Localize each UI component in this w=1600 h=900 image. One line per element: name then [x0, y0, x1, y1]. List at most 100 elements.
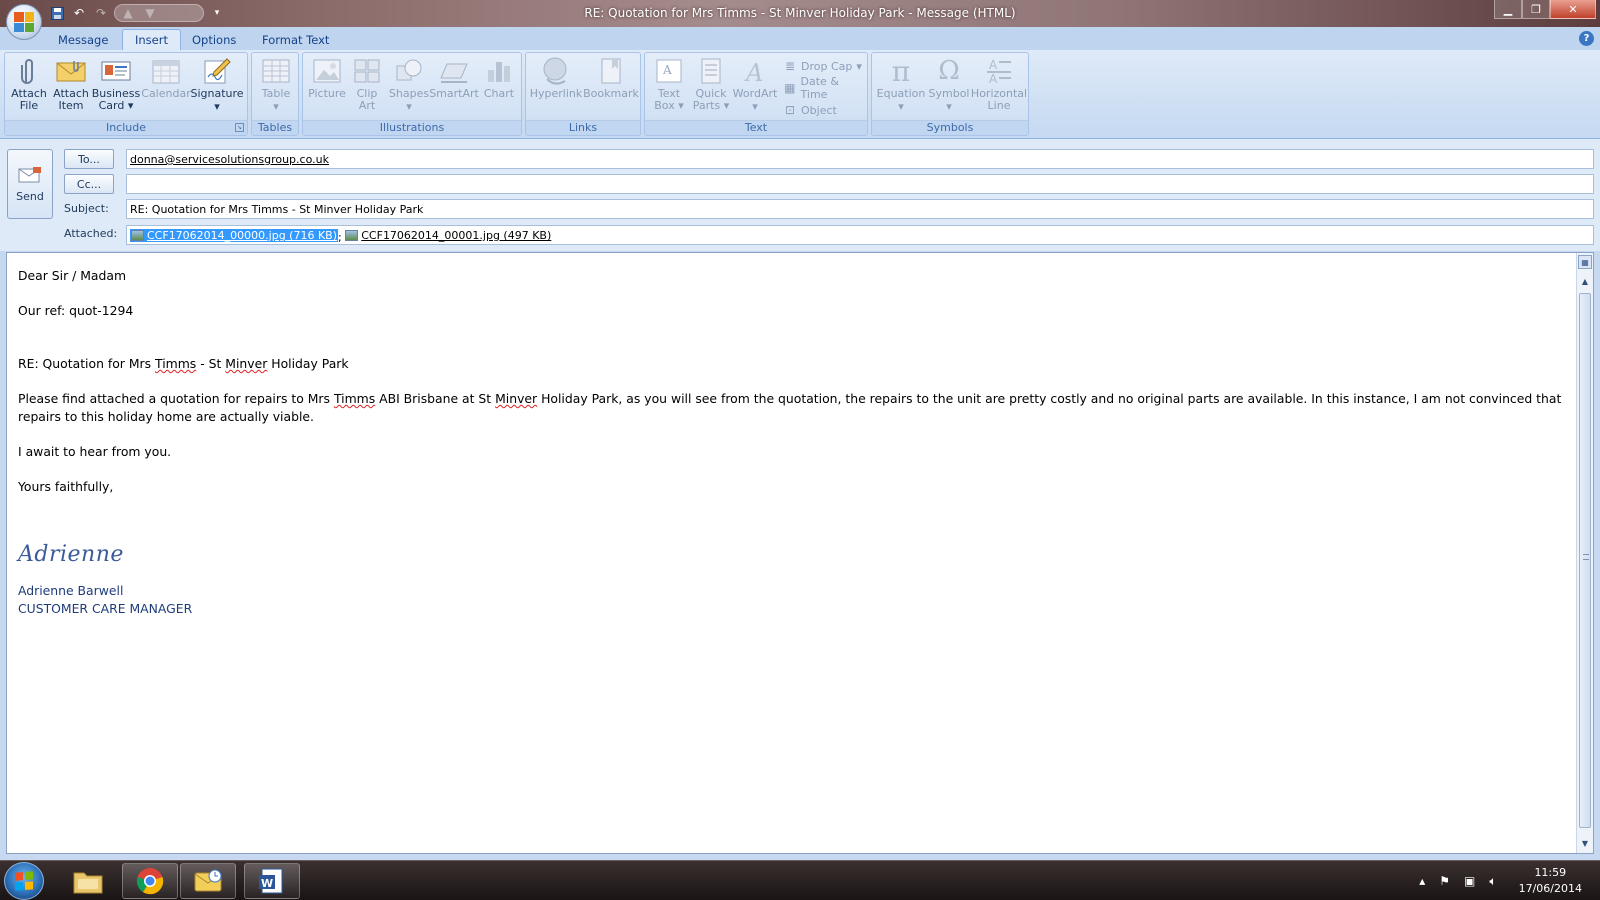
send-button[interactable]: Send — [7, 149, 53, 219]
office-button[interactable] — [6, 4, 42, 40]
picture-button[interactable]: Picture — [305, 55, 349, 121]
cc-button[interactable]: Cc... — [64, 174, 114, 194]
bookmark-button[interactable]: Bookmark — [583, 55, 639, 121]
attachments-field[interactable]: CCF17062014_00000.jpg (716 KB); CCF17062… — [126, 225, 1594, 245]
dropdown-arrow-icon: ▾ — [273, 100, 279, 113]
attach-file-button[interactable]: Attach File — [7, 55, 51, 121]
shapes-button[interactable]: Shapes ▾ — [387, 55, 431, 121]
windows-logo-icon — [15, 871, 33, 891]
symbol-button[interactable]: Ω Symbol ▾ — [926, 55, 972, 121]
table-icon — [260, 55, 292, 87]
scroll-down-arrow-icon[interactable]: ▼ — [1579, 837, 1591, 849]
closing: Yours faithfully, — [18, 479, 114, 494]
subject-field[interactable]: RE: Quotation for Mrs Timms - St Minver … — [126, 199, 1594, 219]
text-box-button[interactable]: A Text Box ▾ — [647, 55, 691, 121]
hyperlink-button[interactable]: Hyperlink — [530, 55, 582, 121]
cc-field[interactable] — [126, 174, 1594, 194]
word-icon: W — [259, 868, 283, 894]
horizontal-line-button[interactable]: AA Horizontal Line — [971, 55, 1027, 121]
minimize-button[interactable]: ▁ — [1494, 0, 1522, 19]
subject-label: Subject: — [64, 202, 109, 215]
dropdown-arrow-icon: ▾ — [406, 100, 412, 113]
svg-text:A: A — [989, 58, 998, 72]
scroll-up-arrow-icon[interactable]: ▲ — [1579, 275, 1591, 287]
attachment-item[interactable]: CCF17062014_00001.jpg (497 KB) — [345, 229, 551, 242]
picture-icon — [311, 55, 343, 87]
tab-options[interactable]: Options — [180, 29, 248, 50]
restore-button[interactable]: ❐ — [1522, 0, 1550, 19]
clip-art-button[interactable]: Clip Art — [347, 55, 387, 121]
tab-insert[interactable]: Insert — [122, 29, 181, 50]
dropdown-arrow-icon: ▾ — [124, 99, 134, 112]
attach-item-button[interactable]: Attach Item — [49, 55, 93, 121]
dropdown-arrow-icon: ▾ — [674, 99, 684, 112]
message-body-editor[interactable]: Dear Sir / Madam Our ref: quot-1294 RE: … — [6, 252, 1594, 854]
taskbar-outlook[interactable] — [180, 863, 236, 899]
paperclip-icon — [13, 55, 45, 87]
taskbar-chrome[interactable] — [122, 863, 178, 899]
show-hidden-icons-icon[interactable]: ▴ — [1419, 874, 1425, 888]
group-label-text: Text — [645, 120, 867, 135]
signature-pen-icon — [201, 55, 233, 87]
bookmark-icon — [595, 55, 627, 87]
drop-cap-button[interactable]: ≣ Drop Cap ▾ — [783, 57, 862, 75]
dropdown-arrow-icon: ▾ — [946, 100, 952, 113]
to-button[interactable]: To... — [64, 149, 114, 169]
dropdown-arrow-icon: ▾ — [752, 100, 758, 113]
tab-message[interactable]: Message — [46, 29, 120, 50]
dropdown-arrow-icon: ▾ — [720, 99, 730, 112]
tab-format-text[interactable]: Format Text — [250, 29, 341, 50]
wordart-button[interactable]: A WordArt ▾ — [731, 55, 779, 121]
dialog-launcher-icon[interactable]: ↘ — [235, 123, 244, 132]
table-button[interactable]: Table ▾ — [254, 55, 298, 121]
signature-button[interactable]: Signature ▾ — [190, 55, 244, 121]
signature-name: Adrienne Barwell — [18, 583, 124, 598]
omega-icon: Ω — [938, 56, 960, 86]
to-field[interactable]: donna@servicesolutionsgroup.co.uk — [126, 149, 1594, 169]
group-links: Hyperlink Bookmark Links — [525, 52, 641, 136]
ribbon: Attach File Attach Item Business Card ▾ … — [0, 50, 1600, 139]
object-button[interactable]: ⊡ Object — [783, 101, 837, 119]
group-text: A Text Box ▾ Quick Parts ▾ A WordArt ▾ ≣… — [644, 52, 868, 136]
group-label-include: Include — [5, 120, 247, 135]
taskbar-explorer[interactable] — [60, 863, 116, 899]
clock[interactable]: 11:59 17/06/2014 — [1511, 865, 1590, 897]
attachment-separator: ; — [338, 231, 342, 244]
chart-button[interactable]: Chart — [477, 55, 521, 121]
business-card-icon — [100, 55, 132, 87]
vertical-scrollbar[interactable]: ▦ ▲ ▼ — [1576, 253, 1593, 853]
dropdown-arrow-icon: ▾ — [214, 100, 220, 113]
window-controls: ▁ ❐ ✕ — [1494, 0, 1596, 19]
start-button[interactable] — [4, 862, 44, 900]
chart-icon — [483, 55, 515, 87]
scrollbar-thumb[interactable] — [1579, 293, 1591, 828]
window-title: RE: Quotation for Mrs Timms - St Minver … — [584, 6, 1016, 20]
attachment-item[interactable]: CCF17062014_00000.jpg (716 KB) — [130, 229, 339, 242]
group-illustrations: Picture Clip Art Shapes ▾ SmartArt Chart… — [302, 52, 522, 136]
volume-icon[interactable]: 🔈︎ — [1489, 874, 1496, 889]
quick-parts-button[interactable]: Quick Parts ▾ — [689, 55, 733, 121]
help-icon[interactable]: ? — [1579, 31, 1594, 46]
envelope-icon — [55, 55, 87, 87]
quick-parts-icon — [695, 55, 727, 87]
message-body-text[interactable]: Dear Sir / Madam Our ref: quot-1294 RE: … — [18, 267, 1570, 618]
equation-button[interactable]: π Equation ▾ — [876, 55, 926, 121]
to-recipient[interactable]: donna@servicesolutionsgroup.co.uk — [130, 153, 329, 166]
taskbar-word[interactable]: W — [244, 863, 300, 899]
date-time-button[interactable]: ▦ Date & Time — [783, 75, 867, 101]
svg-text:A: A — [989, 72, 998, 85]
horizontal-line-icon: AA — [983, 55, 1015, 87]
main-paragraph: Please find attached a quotation for rep… — [18, 391, 1562, 424]
globe-link-icon — [540, 55, 572, 87]
ruler-toggle-icon[interactable]: ▦ — [1578, 255, 1592, 269]
pi-icon: π — [891, 54, 911, 88]
network-icon[interactable]: ▣ — [1464, 874, 1475, 888]
calendar-button[interactable]: Calendar — [141, 55, 191, 121]
smartart-button[interactable]: SmartArt — [429, 55, 479, 121]
system-tray: ▴ ⚑ ▣ 🔈︎ 11:59 17/06/2014 — [1419, 861, 1600, 900]
svg-text:A: A — [662, 63, 672, 77]
clock-date: 17/06/2014 — [1518, 882, 1582, 895]
business-card-button[interactable]: Business Card ▾ — [92, 55, 140, 121]
close-button[interactable]: ✕ — [1550, 0, 1596, 19]
action-center-flag-icon[interactable]: ⚑ — [1439, 874, 1450, 888]
